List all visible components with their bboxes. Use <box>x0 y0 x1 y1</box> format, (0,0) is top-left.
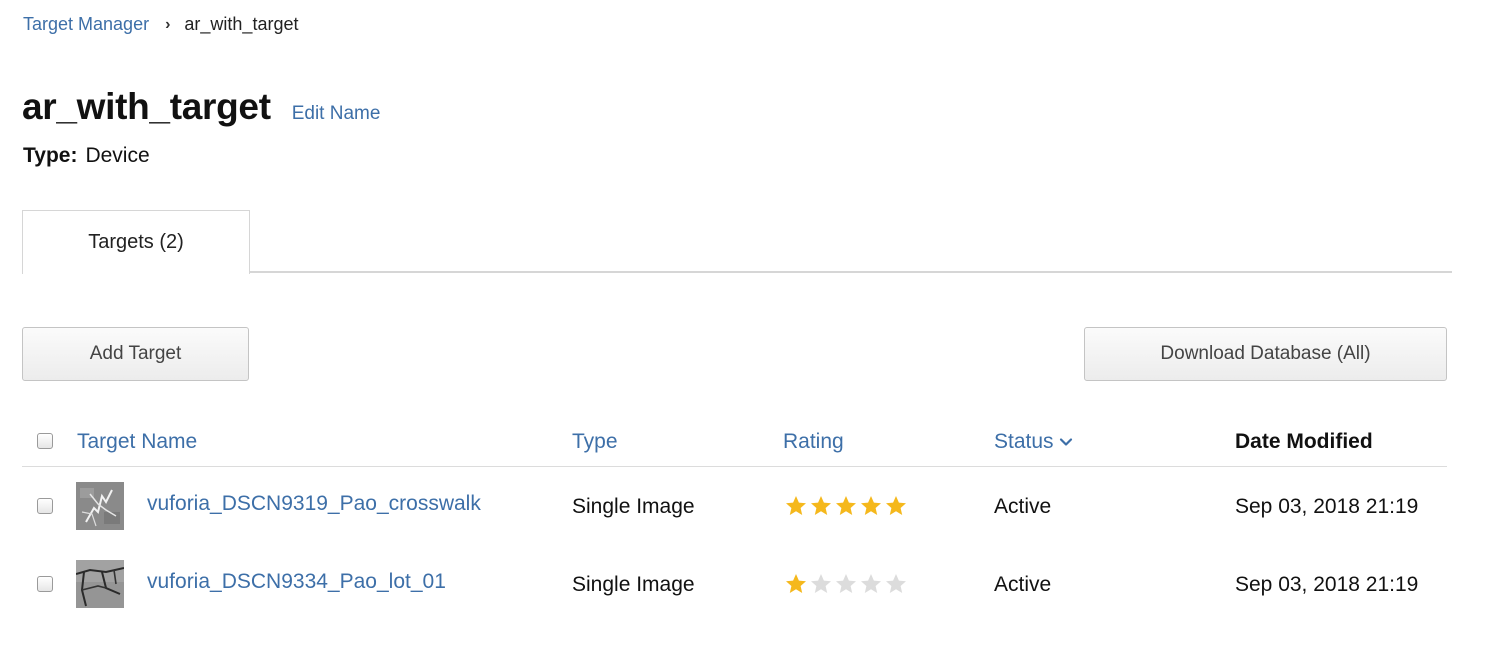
download-database-button[interactable]: Download Database (All) <box>1084 327 1447 381</box>
target-status: Active <box>994 573 1052 596</box>
page-title: ar_with_target <box>22 86 271 127</box>
rating-stars <box>784 494 908 518</box>
star-empty-icon <box>811 574 831 593</box>
target-status: Active <box>994 495 1052 518</box>
row-checkbox[interactable] <box>37 498 53 514</box>
table-row[interactable]: vuforia_DSCN9334_Pao_lot_01 Single Image… <box>22 545 1447 623</box>
add-target-button[interactable]: Add Target <box>22 327 249 381</box>
table-row[interactable]: vuforia_DSCN9319_Pao_crosswalk Single Im… <box>22 467 1447 545</box>
targets-table: Target Name Type Rating Status Date Modi… <box>22 418 1447 623</box>
target-type: Single Image <box>572 573 695 596</box>
tab-targets[interactable]: Targets (2) <box>22 210 250 274</box>
star-empty-icon <box>886 574 906 593</box>
column-header-target-name[interactable]: Target Name <box>77 430 197 454</box>
target-thumbnail <box>76 560 124 608</box>
target-type: Single Image <box>572 495 695 518</box>
breadcrumb: Target Manager › ar_with_target <box>23 14 298 35</box>
star-filled-icon <box>786 496 806 515</box>
table-header: Target Name Type Rating Status Date Modi… <box>22 418 1447 467</box>
breadcrumb-target-manager-link[interactable]: Target Manager <box>23 14 149 35</box>
target-name-link[interactable]: vuforia_DSCN9334_Pao_lot_01 <box>147 570 446 594</box>
star-filled-icon <box>786 574 806 593</box>
rating-stars <box>784 572 908 596</box>
star-empty-icon <box>861 574 881 593</box>
target-name-link[interactable]: vuforia_DSCN9319_Pao_crosswalk <box>147 492 481 516</box>
column-header-type[interactable]: Type <box>572 430 618 454</box>
breadcrumb-current: ar_with_target <box>184 14 299 34</box>
column-header-status-label: Status <box>994 430 1054 453</box>
database-type: Type: Device <box>23 144 150 168</box>
column-header-rating[interactable]: Rating <box>783 430 844 454</box>
row-checkbox[interactable] <box>37 576 53 592</box>
tab-bar: Targets (2) <box>22 210 1452 274</box>
star-empty-icon <box>836 574 856 593</box>
star-filled-icon <box>886 496 906 515</box>
select-all-checkbox[interactable] <box>37 433 53 449</box>
type-label: Type: <box>23 144 78 167</box>
star-filled-icon <box>861 496 881 515</box>
edit-name-link[interactable]: Edit Name <box>292 103 381 125</box>
title-row: ar_with_target Edit Name <box>22 86 380 128</box>
target-thumbnail <box>76 482 124 530</box>
chevron-down-icon <box>1059 438 1072 446</box>
type-value: Device <box>85 144 150 167</box>
column-header-status[interactable]: Status <box>994 430 1074 454</box>
column-header-date-modified: Date Modified <box>1235 430 1373 453</box>
star-filled-icon <box>836 496 856 515</box>
breadcrumb-separator-icon: › <box>165 15 171 33</box>
page: Target Manager › ar_with_target ar_with_… <box>0 0 1487 648</box>
target-date-modified: Sep 03, 2018 21:19 <box>1235 495 1419 518</box>
star-filled-icon <box>811 496 831 515</box>
target-date-modified: Sep 03, 2018 21:19 <box>1235 573 1419 596</box>
